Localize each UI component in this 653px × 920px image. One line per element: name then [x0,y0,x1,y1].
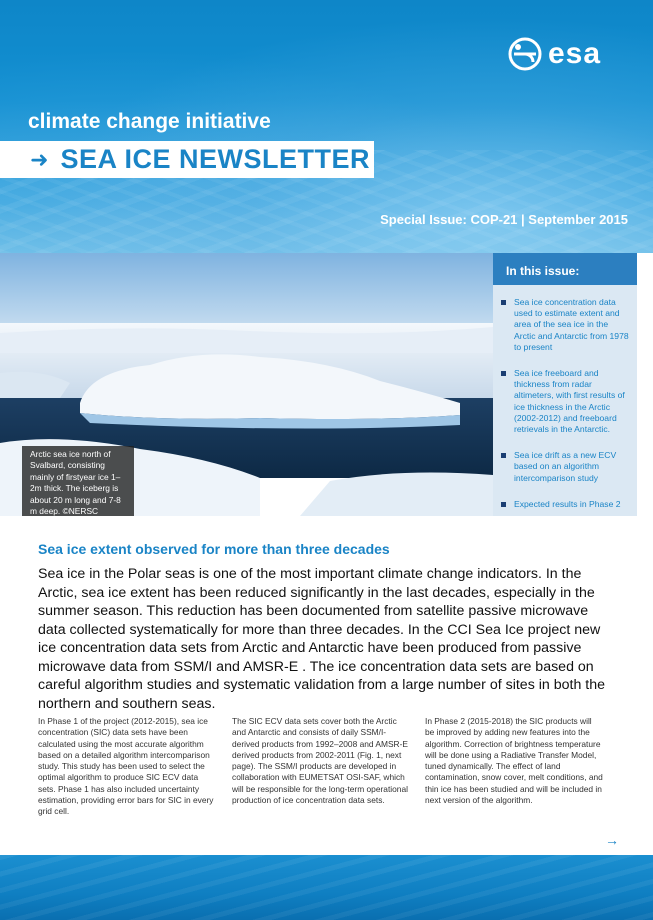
cci-label: climate change initiative [28,110,271,133]
photo-caption: Arctic sea ice north of Svalbard, consis… [22,446,134,516]
issue-item[interactable]: Sea ice drift as a new ECV based on an a… [501,450,629,484]
issue-item-text: Sea ice drift as a new ECV based on an a… [514,450,617,483]
in-this-issue-heading: In this issue: [493,253,637,285]
article-column-3: In Phase 2 (2015-2018) the SIC products … [425,716,603,806]
article-column-1: In Phase 1 of the project (2012-2015), s… [38,716,214,817]
bullet-icon [501,300,506,305]
arrow-right-icon: ➜ [30,146,49,172]
in-this-issue-list: Sea ice concentration data used to estim… [493,285,637,510]
newsletter-title: SEA ICE NEWSLETTER [60,144,370,174]
issue-item[interactable]: Expected results in Phase 2 [501,499,629,510]
issue-item[interactable]: Sea ice concentration data used to estim… [501,297,629,353]
issue-label: Special Issue: COP-21 | September 2015 [380,212,628,227]
header-band: esa climate change initiative ➜ SEA ICE … [0,0,653,253]
article-title: Sea ice extent observed for more than th… [38,541,390,557]
in-this-issue-panel: In this issue: Sea ice concentration dat… [493,253,637,516]
bullet-icon [501,453,506,459]
footer-band [0,855,653,920]
issue-item-text: Sea ice freeboard and thickness from rad… [514,368,625,435]
esa-logo[interactable]: esa [508,36,638,72]
bullet-icon [501,501,506,507]
next-page-arrow-icon[interactable]: → [605,832,619,848]
article-lead: Sea ice in the Polar seas is one of the … [38,566,605,712]
newsletter-title-box: ➜ SEA ICE NEWSLETTER [0,141,374,178]
issue-item-text: Expected results in Phase 2 [514,498,621,509]
article-column-2: The SIC ECV data sets cover both the Arc… [232,716,408,806]
esa-logo-icon [508,37,542,71]
esa-logo-text: esa [548,37,602,70]
issue-item[interactable]: Sea ice freeboard and thickness from rad… [501,368,629,435]
bullet-icon [501,371,506,377]
issue-item-text: Sea ice concentration data used to estim… [514,297,629,352]
